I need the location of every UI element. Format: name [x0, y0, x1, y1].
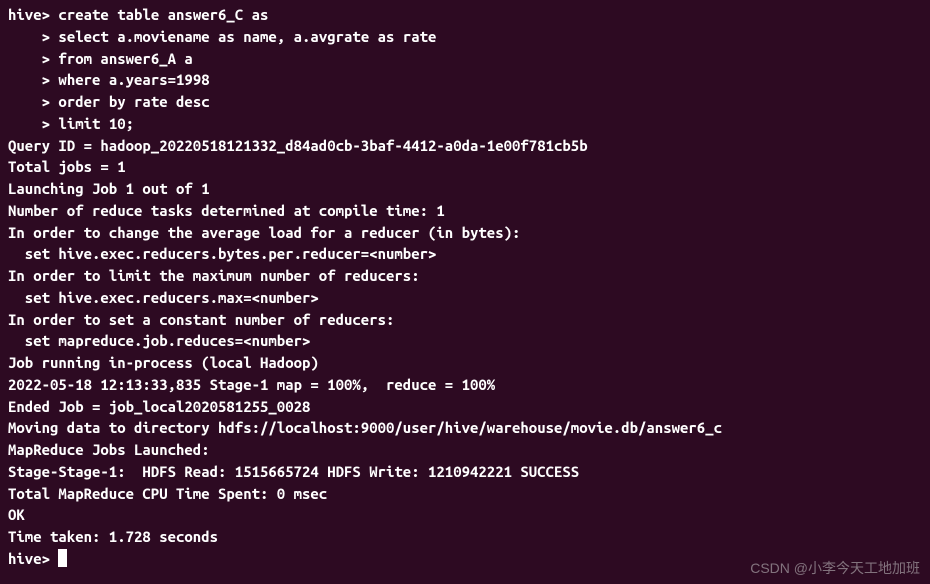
- output-hint-set: set mapreduce.job.reduces=<number>: [8, 330, 922, 352]
- output-hint: In order to limit the maximum number of …: [8, 265, 922, 287]
- hive-cont-prompt: >: [8, 93, 50, 110]
- output-hint-set: set hive.exec.reducers.max=<number>: [8, 287, 922, 309]
- watermark-text: CSDN @小李今天工地加班: [750, 558, 920, 578]
- cursor-icon: [58, 549, 67, 567]
- output-ok: OK: [8, 504, 922, 526]
- sql-from: from answer6_A a: [50, 50, 193, 67]
- output-hint: In order to change the average load for …: [8, 222, 922, 244]
- output-stage: Stage-Stage-1: HDFS Read: 1515665724 HDF…: [8, 461, 922, 483]
- output-query-id: Query ID = hadoop_20220518121332_d84ad0c…: [8, 135, 922, 157]
- output-launching: Launching Job 1 out of 1: [8, 178, 922, 200]
- output-hint-set: set hive.exec.reducers.bytes.per.reducer…: [8, 243, 922, 265]
- hive-prompt: hive>: [8, 550, 58, 567]
- output-time-taken: Time taken: 1.728 seconds: [8, 526, 922, 548]
- output-mr-launched: MapReduce Jobs Launched:: [8, 439, 922, 461]
- output-hint: In order to set a constant number of red…: [8, 309, 922, 331]
- hive-cont-prompt: >: [8, 115, 50, 132]
- hive-cont-line: > order by rate desc: [8, 91, 922, 113]
- hive-prompt: hive>: [8, 6, 50, 23]
- sql-where: where a.years=1998: [50, 71, 210, 88]
- hive-cont-line: > from answer6_A a: [8, 48, 922, 70]
- output-job-running: Job running in-process (local Hadoop): [8, 352, 922, 374]
- hive-prompt-line: hive> create table answer6_C as: [8, 4, 922, 26]
- sql-limit: limit 10;: [50, 115, 134, 132]
- output-moving-data: Moving data to directory hdfs://localhos…: [8, 417, 922, 439]
- hive-cont-prompt: >: [8, 71, 50, 88]
- output-ended-job: Ended Job = job_local2020581255_0028: [8, 396, 922, 418]
- hive-cont-line: > select a.moviename as name, a.avgrate …: [8, 26, 922, 48]
- hive-cont-prompt: >: [8, 28, 50, 45]
- output-cpu-time: Total MapReduce CPU Time Spent: 0 msec: [8, 483, 922, 505]
- output-total-jobs: Total jobs = 1: [8, 156, 922, 178]
- sql-order: order by rate desc: [50, 93, 210, 110]
- output-reduce-tasks: Number of reduce tasks determined at com…: [8, 200, 922, 222]
- hive-cont-line: > limit 10;: [8, 113, 922, 135]
- hive-cont-prompt: >: [8, 50, 50, 67]
- hive-cont-line: > where a.years=1998: [8, 69, 922, 91]
- sql-create: create table answer6_C as: [50, 6, 268, 23]
- sql-select: select a.moviename as name, a.avgrate as…: [50, 28, 436, 45]
- output-progress: 2022-05-18 12:13:33,835 Stage-1 map = 10…: [8, 374, 922, 396]
